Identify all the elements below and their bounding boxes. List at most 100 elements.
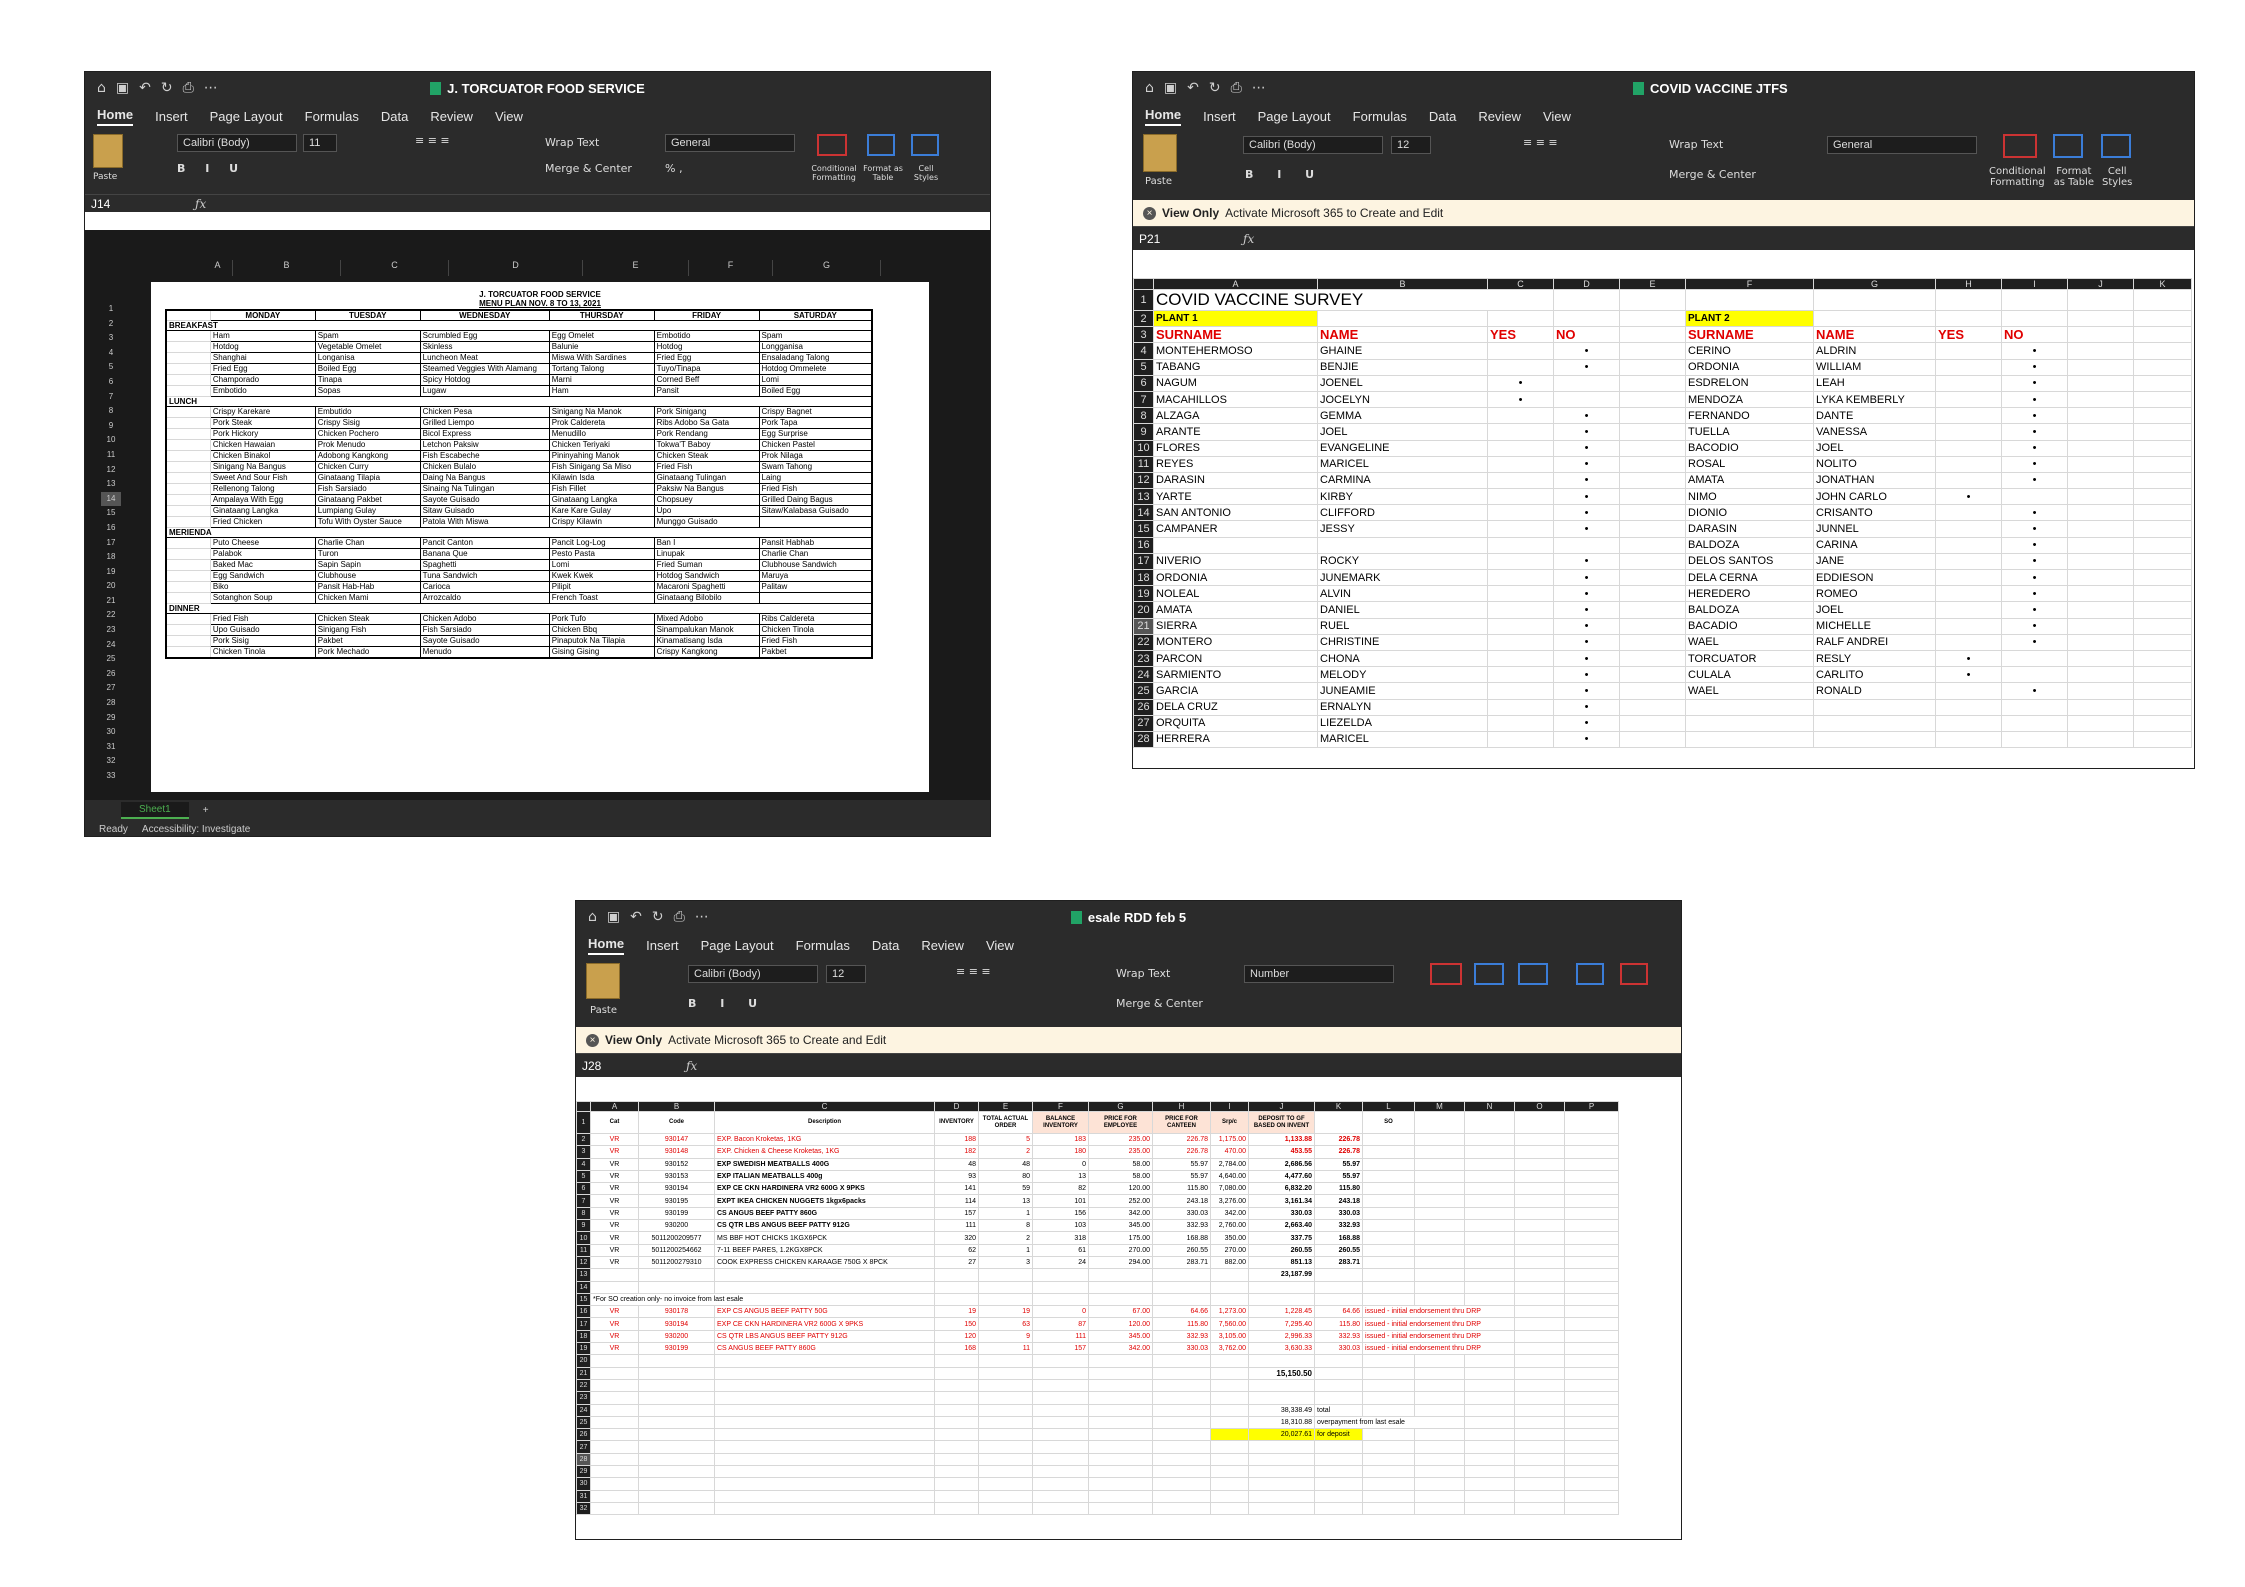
row-header[interactable]: 24	[1133, 666, 1154, 684]
row-header[interactable]: 31	[101, 740, 121, 755]
row-header[interactable]: 17	[1133, 552, 1154, 571]
align-icons[interactable]: ≡ ≡ ≡	[956, 965, 991, 978]
select-all-corner[interactable]	[1133, 278, 1154, 290]
row-header[interactable]: 32	[576, 1501, 591, 1516]
close-icon[interactable]: ×	[586, 1033, 599, 1047]
sheet-tab[interactable]: Sheet1	[121, 801, 189, 819]
tab-formulas[interactable]: Formulas	[305, 109, 359, 124]
print-icon[interactable]: ⎙	[1231, 80, 1242, 96]
row-header[interactable]: 9	[576, 1219, 591, 1233]
row-header[interactable]: 8	[101, 404, 121, 419]
tab-formulas[interactable]: Formulas	[1353, 109, 1407, 124]
column-header[interactable]: C	[714, 1101, 935, 1112]
tab-home[interactable]: Home	[588, 936, 625, 955]
row-header[interactable]: 2	[576, 1132, 591, 1147]
column-header[interactable]: E	[978, 1101, 1033, 1112]
tab-page-layout[interactable]: Page Layout	[701, 938, 774, 953]
format-as-table-icon[interactable]	[1474, 963, 1504, 985]
row-header[interactable]: 29	[576, 1465, 591, 1479]
home-icon[interactable]: ⌂	[1145, 80, 1154, 96]
row-header[interactable]: 6	[101, 375, 121, 390]
merge-center-button[interactable]: Merge & Center	[545, 162, 632, 175]
merge-center-button[interactable]: Merge & Center	[1669, 168, 1756, 181]
row-header[interactable]: 10	[1133, 439, 1154, 457]
column-header[interactable]: E	[1619, 278, 1686, 290]
column-header[interactable]: G	[1088, 1101, 1153, 1112]
wrap-text-button[interactable]: Wrap Text	[1669, 138, 1723, 151]
row-header[interactable]: 26	[1133, 698, 1154, 716]
row-header[interactable]: 10	[576, 1231, 591, 1245]
row-header[interactable]: 5	[576, 1169, 591, 1184]
font-name-select[interactable]: Calibri (Body)	[177, 134, 297, 152]
column-header[interactable]: F	[1032, 1101, 1089, 1112]
tab-insert[interactable]: Insert	[646, 938, 679, 953]
row-header[interactable]: 25	[101, 652, 121, 667]
row-header[interactable]: 28	[1133, 730, 1154, 749]
row-header[interactable]: 7	[101, 390, 121, 405]
close-icon[interactable]: ×	[1143, 206, 1156, 220]
column-header[interactable]: D	[934, 1101, 979, 1112]
table-header[interactable]: Description	[714, 1111, 935, 1134]
bold-italic-underline-buttons[interactable]: B I U	[1245, 168, 1324, 181]
row-header[interactable]: 13	[1133, 488, 1154, 506]
row-header[interactable]: 13	[576, 1268, 591, 1282]
paste-icon[interactable]	[1143, 134, 1177, 172]
name-box[interactable]: P21	[1133, 232, 1203, 246]
row-header[interactable]: 8	[576, 1206, 591, 1221]
redo-icon[interactable]: ↻	[1209, 80, 1221, 96]
conditional-formatting-icon[interactable]	[2003, 134, 2037, 158]
row-header[interactable]: 23	[576, 1391, 591, 1405]
number-format-select[interactable]: General	[1827, 136, 1977, 154]
row-header[interactable]: 22	[576, 1378, 591, 1393]
row-header[interactable]: 12	[576, 1255, 591, 1270]
row-header[interactable]: 28	[576, 1452, 591, 1467]
row-header[interactable]: 3	[101, 331, 121, 346]
tab-insert[interactable]: Insert	[1203, 109, 1236, 124]
tab-view[interactable]: View	[986, 938, 1014, 953]
column-header[interactable]: C	[1487, 278, 1554, 290]
tab-data[interactable]: Data	[381, 109, 408, 124]
row-header[interactable]: 24	[101, 638, 121, 653]
column-header[interactable]: C	[341, 260, 449, 276]
row-header[interactable]: 6	[576, 1182, 591, 1196]
bold-italic-underline-buttons[interactable]: B I U	[688, 997, 767, 1010]
name-box[interactable]: J28	[576, 1059, 646, 1073]
column-header[interactable]: K	[2133, 278, 2192, 290]
column-header[interactable]: A	[590, 1101, 639, 1112]
row-header[interactable]: 12	[1133, 471, 1154, 490]
column-header[interactable]: H	[1935, 278, 2002, 290]
font-size-select[interactable]: 12	[1391, 136, 1431, 154]
table-header[interactable]: SO	[1362, 1111, 1415, 1134]
row-header[interactable]: 27	[101, 681, 121, 696]
row-header[interactable]: 21	[1133, 617, 1154, 635]
table-header[interactable]: TOTAL ACTUAL ORDER	[978, 1111, 1033, 1134]
row-header[interactable]: 9	[101, 419, 121, 434]
row-header[interactable]: 23	[1133, 649, 1154, 668]
table-header[interactable]: Cat	[590, 1111, 639, 1134]
row-header[interactable]: 26	[101, 667, 121, 682]
table-header[interactable]: DEPOSIT TO GF BASED ON INVENT	[1248, 1111, 1315, 1134]
row-header[interactable]: 24	[576, 1403, 591, 1417]
row-header[interactable]: 23	[101, 623, 121, 638]
row-header[interactable]: 27	[576, 1440, 591, 1454]
row-header[interactable]: 5	[101, 360, 121, 375]
column-header[interactable]: I	[1210, 1101, 1249, 1112]
column-header[interactable]: B	[638, 1101, 715, 1112]
cell-styles-icon[interactable]	[911, 134, 939, 156]
column-header[interactable]: P	[1564, 1101, 1619, 1112]
row-header[interactable]: 16	[101, 521, 121, 536]
number-format-select[interactable]: Number	[1244, 965, 1394, 983]
row-header[interactable]: 13	[101, 477, 121, 492]
row-header[interactable]: 3	[576, 1145, 591, 1159]
row-header[interactable]: 20	[101, 579, 121, 594]
font-name-select[interactable]: Calibri (Body)	[1243, 136, 1383, 154]
row-header[interactable]: 11	[101, 448, 121, 463]
row-header[interactable]: 1	[101, 302, 121, 317]
row-header[interactable]: 32	[101, 754, 121, 769]
column-header[interactable]: B	[233, 260, 341, 276]
column-header[interactable]: F	[1685, 278, 1814, 290]
table-header[interactable]: INVENTORY	[934, 1111, 979, 1134]
row-header[interactable]: 3	[1133, 326, 1154, 344]
row-header[interactable]: 6	[1133, 374, 1154, 392]
column-header[interactable]: A	[1153, 278, 1318, 290]
